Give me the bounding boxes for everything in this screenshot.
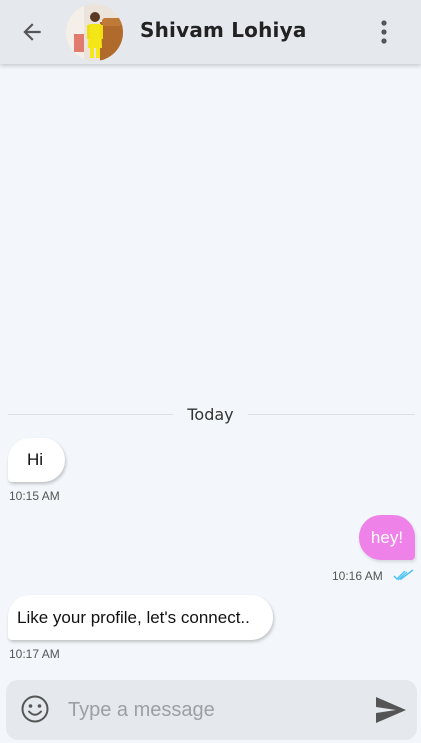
message-text: hey! bbox=[370, 527, 404, 547]
message-input[interactable] bbox=[66, 692, 370, 728]
send-button[interactable] bbox=[374, 694, 408, 726]
message-bubble-outgoing[interactable]: hey! bbox=[359, 515, 415, 560]
divider-line bbox=[8, 414, 173, 415]
more-vertical-icon bbox=[381, 20, 387, 44]
message-text: Hi bbox=[27, 450, 44, 469]
message-time: 10:17 AM bbox=[9, 647, 60, 661]
message-composer bbox=[6, 680, 417, 740]
emoji-button[interactable] bbox=[20, 694, 50, 724]
message-bubble-incoming[interactable]: Hi bbox=[8, 438, 65, 482]
message-text: Like your profile, let's connect.. bbox=[17, 607, 250, 627]
message-bubble-incoming[interactable]: Like your profile, let's connect.. bbox=[8, 595, 273, 640]
chat-header: Shivam Lohiya bbox=[0, 0, 421, 64]
back-button[interactable] bbox=[16, 16, 48, 48]
double-check-icon bbox=[393, 569, 414, 581]
send-icon bbox=[376, 697, 406, 723]
divider-line bbox=[248, 414, 415, 415]
arrow-left-icon bbox=[23, 23, 41, 41]
more-options-button[interactable] bbox=[372, 16, 396, 48]
message-time: 10:15 AM bbox=[9, 489, 60, 503]
contact-name[interactable]: Shivam Lohiya bbox=[140, 18, 307, 42]
date-label: Today bbox=[187, 405, 234, 424]
contact-avatar[interactable] bbox=[66, 4, 123, 61]
avatar-photo bbox=[66, 4, 123, 61]
message-time: 10:16 AM bbox=[332, 569, 383, 583]
date-divider: Today bbox=[8, 404, 415, 426]
emoji-smile-icon bbox=[21, 695, 49, 723]
